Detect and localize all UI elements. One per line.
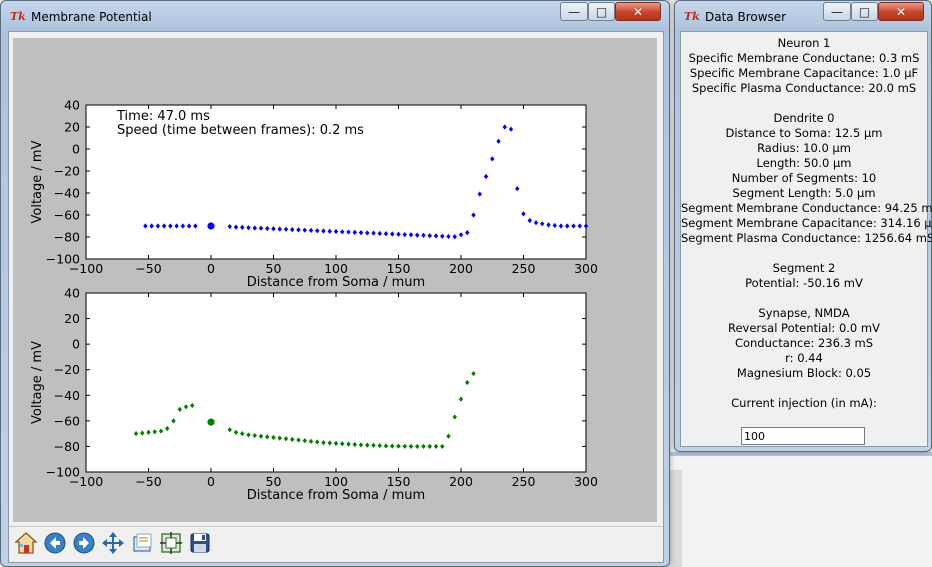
y-tick-label: −80: [54, 230, 80, 245]
tk-logo-icon: Tk: [10, 10, 26, 23]
y-tick-label: 40: [64, 98, 80, 113]
info-line: Segment Membrane Conductance: 94.25 mS: [681, 201, 932, 215]
maximize-button[interactable]: □: [851, 2, 878, 21]
title-bar[interactable]: Tk Membrane Potential — □ ✕: [1, 1, 669, 31]
zoom-rect-icon[interactable]: [129, 530, 155, 556]
minimize-button[interactable]: —: [823, 2, 851, 21]
x-tick-label: 50: [266, 474, 282, 489]
info-line: Potential: -50.16 mV: [745, 276, 863, 290]
info-line: Segment Membrane Capacitance: 314.16 µF: [681, 216, 932, 230]
save-floppy-icon[interactable]: [187, 530, 213, 556]
y-axis-label: Voltage / mV: [30, 140, 45, 223]
y-tick-label: 20: [64, 311, 80, 326]
y-tick-label: −20: [54, 164, 80, 179]
info-line: Length: 50.0 µm: [756, 156, 852, 170]
info-line: Segment 2: [772, 261, 836, 275]
info-line: Conductance: 236.3 mS: [734, 336, 874, 350]
top-axes: −100 −50 0 50 100 150 200 250 30040200−20−40−60−…: [30, 98, 598, 291]
info-line: r: 0.44: [785, 351, 823, 365]
info-line: Magnesium Block: 0.05: [736, 366, 872, 380]
y-axis-label: Voltage / mV: [30, 341, 45, 424]
x-tick-label: 200: [449, 474, 473, 489]
x-axis-label: Distance from Soma / mum: [247, 275, 425, 290]
x-axis-label: Distance from Soma / mum: [247, 488, 425, 503]
data-browser-window: Tk Data Browser — □ ✕ Neuron 1 Specific M…: [674, 0, 932, 452]
time-readout: Time: 47.0 ms: [116, 109, 210, 124]
x-tick-label: 250: [512, 474, 536, 489]
y-tick-label: −40: [54, 388, 80, 403]
x-tick-label: 200: [449, 261, 473, 276]
window-title: Membrane Potential: [31, 10, 152, 24]
browser-client-area: Neuron 1 Specific Membrane Conductane: 0.…: [680, 31, 932, 447]
info-line: Reversal Potential: 0.0 mV: [728, 321, 880, 335]
current-injection-input[interactable]: [741, 427, 865, 445]
close-button[interactable]: ✕: [615, 2, 661, 21]
info-line: Current injection (in mA):: [731, 396, 877, 410]
x-tick-label: 50: [266, 261, 282, 276]
x-tick-label: −50: [135, 474, 161, 489]
x-tick-label: 0: [207, 474, 215, 489]
info-line: Specific Plasma Conductance: 20.0 mS: [691, 81, 917, 95]
info-line: Segment Plasma Conductance: 1256.64 mS: [681, 231, 932, 245]
y-tick-label: 20: [64, 120, 80, 135]
soma-point: [207, 418, 215, 426]
x-tick-label: 250: [512, 261, 536, 276]
x-tick-label: 0: [207, 261, 215, 276]
y-tick-label: −80: [54, 439, 80, 454]
y-tick-label: −20: [54, 362, 80, 377]
info-line: Distance to Soma: 12.5 µm: [725, 126, 883, 140]
x-tick-label: 300: [574, 474, 598, 489]
y-tick-label: −60: [54, 413, 80, 428]
y-tick-label: 0: [72, 142, 80, 157]
close-button[interactable]: ✕: [878, 2, 924, 21]
tk-logo-icon: Tk: [684, 10, 700, 23]
info-line: Specific Membrane Capacitance: 1.0 µF: [689, 66, 919, 80]
soma-point: [207, 222, 215, 230]
info-line: Dendrite 0: [773, 111, 835, 125]
y-tick-label: 40: [64, 286, 80, 301]
y-tick-label: −60: [54, 208, 80, 223]
figure-svg: −100 −50 0 50 100 150 200 250 30040200−20−40−60−…: [30, 98, 598, 504]
navigation-toolbar: [9, 526, 663, 561]
back-arrow-icon[interactable]: [42, 530, 68, 556]
x-tick-label: −50: [135, 261, 161, 276]
y-tick-label: −100: [46, 465, 80, 480]
x-tick-label: 150: [387, 261, 411, 276]
y-tick-label: −40: [54, 186, 80, 201]
maximize-button[interactable]: □: [588, 2, 615, 21]
pan-move-icon[interactable]: [100, 530, 126, 556]
info-line: Synapse, NMDA: [758, 306, 850, 320]
y-tick-label: −100: [46, 252, 80, 267]
bottom-axes: −100 −50 0 50 100 150 200 250 30040200−20−40−60−…: [30, 286, 598, 504]
info-line: Specific Membrane Conductane: 0.3 mS: [688, 51, 920, 65]
home-icon[interactable]: [13, 530, 39, 556]
window-title: Data Browser: [705, 10, 787, 24]
membrane-potential-window: Tk Membrane Potential — □ ✕ −100 −50 0 50 10…: [0, 0, 670, 567]
neuron-info-panel: Neuron 1 Specific Membrane Conductane: 0.…: [681, 36, 932, 411]
title-bar[interactable]: Tk Data Browser — □ ✕: [675, 1, 931, 31]
plot-client-area: −100 −50 0 50 100 150 200 250 300 40 20 0 −20 −40 −60−…: [8, 31, 664, 563]
x-tick-label: 100: [324, 474, 348, 489]
subplots-config-icon[interactable]: [158, 530, 184, 556]
info-line: Segment Length: 5.0 µm: [732, 186, 876, 200]
info-line: Radius: 10.0 µm: [757, 141, 851, 155]
y-tick-label: 0: [72, 337, 80, 352]
info-line: Number of Segments: 10: [731, 171, 877, 185]
figure-canvas[interactable]: −100 −50 0 50 100 150 200 250 300 40 20 0 −20 −40 −60−…: [13, 38, 657, 522]
forward-arrow-icon[interactable]: [71, 530, 97, 556]
desktop-divider: [662, 452, 932, 456]
x-tick-label: 100: [324, 261, 348, 276]
speed-readout: Speed (time between frames): 0.2 ms: [117, 123, 364, 138]
x-tick-label: 300: [574, 261, 598, 276]
x-tick-label: 150: [387, 474, 411, 489]
minimize-button[interactable]: —: [560, 2, 588, 21]
info-line: Neuron 1: [777, 36, 831, 50]
